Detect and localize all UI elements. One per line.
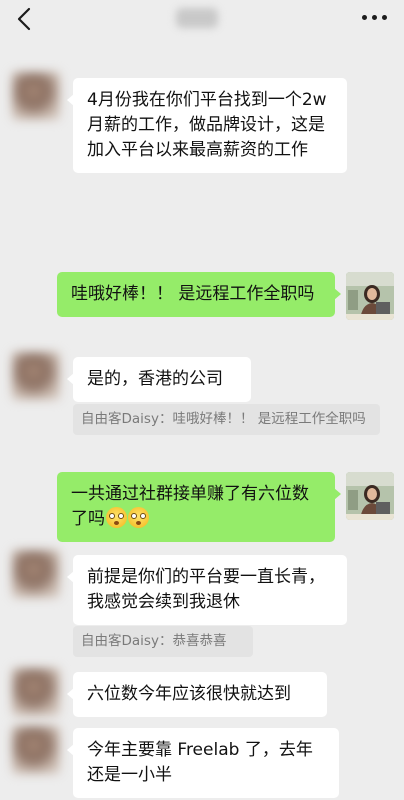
quoted-message[interactable]: 自由客Daisy：哇哦好棒！！ 是远程工作全职吗 <box>73 404 380 435</box>
quoted-text: 自由客Daisy：恭喜恭喜 <box>81 633 227 649</box>
message-text: 今年主要靠 Freelab 了，去年还是一小半 <box>87 740 313 785</box>
quoted-message[interactable]: 自由客Daisy：恭喜恭喜 <box>73 626 253 657</box>
smiling-emoji-icon <box>128 507 149 528</box>
avatar[interactable] <box>346 272 394 320</box>
message-text: 六位数今年应该很快就达到 <box>87 684 291 704</box>
message-text: 前提是你们的平台要一直长青，我感觉会续到我退休 <box>87 567 325 612</box>
avatar[interactable] <box>12 726 60 774</box>
user-photo-icon <box>346 472 394 520</box>
avatar[interactable] <box>12 668 60 716</box>
avatar[interactable] <box>12 352 60 400</box>
message-text: 哇哦好棒！！ 是远程工作全职吗 <box>71 284 315 304</box>
message-bubble[interactable]: 六位数今年应该很快就达到 <box>67 672 327 717</box>
message-bubble[interactable]: 一共通过社群接单赚了有六位数了吗 <box>57 472 341 542</box>
message-bubble[interactable]: 哇哦好棒！！ 是远程工作全职吗 <box>57 272 341 317</box>
message-bubble[interactable]: 今年主要靠 Freelab 了，去年还是一小半 <box>67 728 339 798</box>
message-text: 是的，香港的公司 <box>87 369 223 389</box>
avatar[interactable] <box>346 472 394 520</box>
message-text: 4月份我在你们平台找到一个2w月薪的工作，做品牌设计，这是加入平台以来最高薪资的… <box>87 90 327 160</box>
chat-header <box>0 0 404 40</box>
chevron-left-icon[interactable] <box>14 6 36 32</box>
message-bubble[interactable]: 4月份我在你们平台找到一个2w月薪的工作，做品牌设计，这是加入平台以来最高薪资的… <box>67 78 347 173</box>
chat-screen: 4月份我在你们平台找到一个2w月薪的工作，做品牌设计，这是加入平台以来最高薪资的… <box>0 0 404 800</box>
chat-title <box>176 8 218 28</box>
more-dots-icon[interactable] <box>362 12 388 24</box>
avatar[interactable] <box>12 550 60 598</box>
quoted-text: 自由客Daisy：哇哦好棒！！ 是远程工作全职吗 <box>81 411 366 427</box>
message-bubble[interactable]: 前提是你们的平台要一直长青，我感觉会续到我退休 <box>67 555 347 625</box>
message-bubble[interactable]: 是的，香港的公司 <box>67 357 251 402</box>
smiling-emoji-icon <box>106 507 127 528</box>
avatar[interactable] <box>12 72 60 120</box>
user-photo-icon <box>346 272 394 320</box>
